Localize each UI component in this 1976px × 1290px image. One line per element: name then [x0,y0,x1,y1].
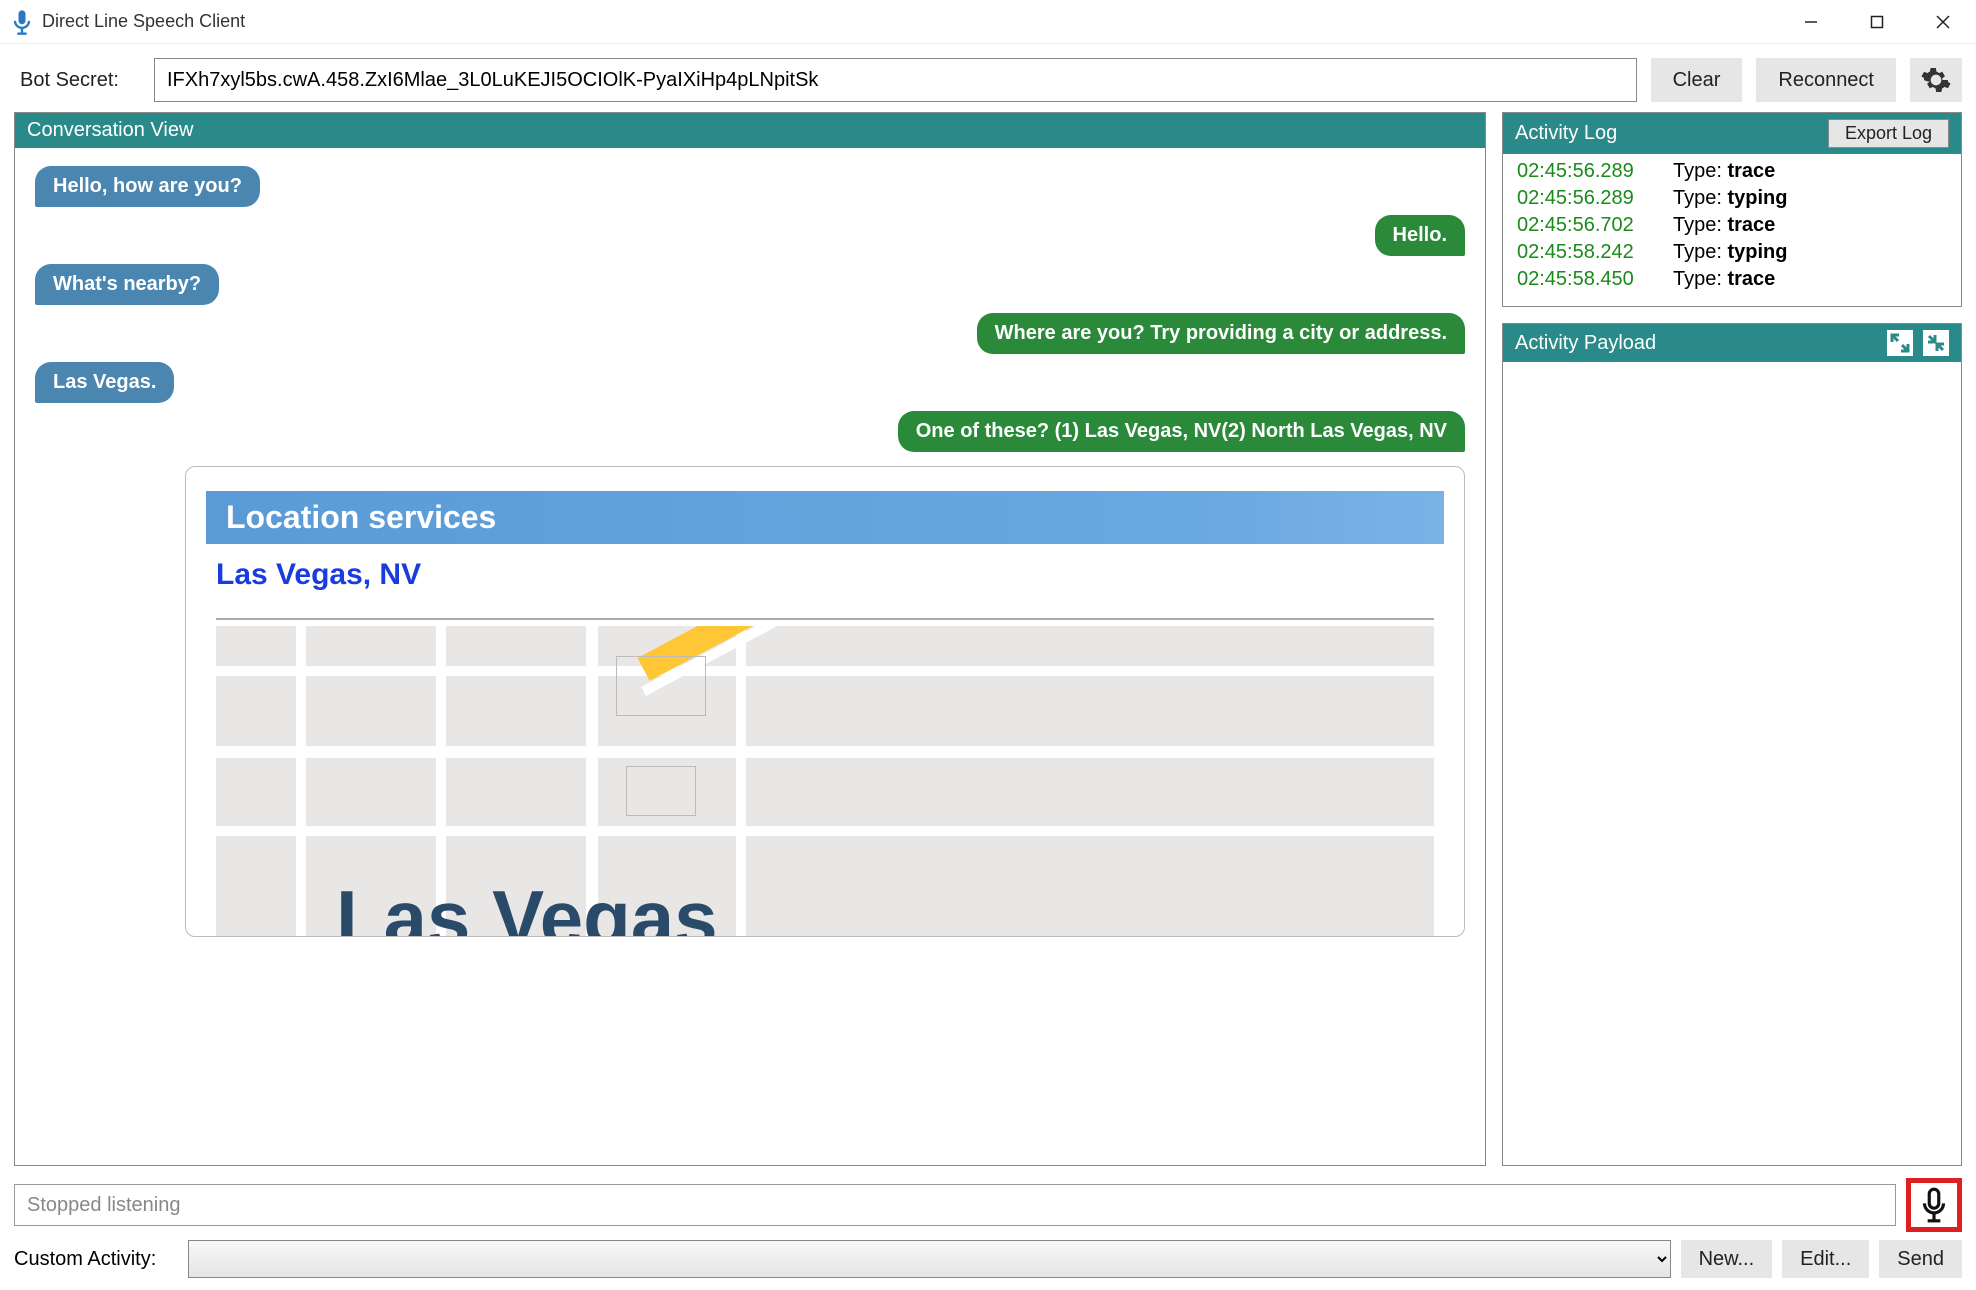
gear-icon [1920,64,1952,96]
message-bubble[interactable]: What's nearby? [35,264,219,305]
card-location: Las Vegas, NV [186,558,1464,618]
message-user: What's nearby? [35,264,1465,305]
maximize-button[interactable] [1844,0,1910,43]
location-card[interactable]: Location services Las Vegas, NV Las Vegas [185,466,1465,937]
log-type: Type: trace [1673,268,1775,291]
message-user: Las Vegas. [35,362,1465,403]
log-timestamp: 02:45:56.289 [1517,160,1657,183]
activity-log-header: Activity Log Export Log [1503,113,1961,154]
log-type: Type: typing [1673,241,1787,264]
message-bot: Where are you? Try providing a city or a… [35,313,1465,354]
activity-payload-header: Activity Payload [1503,324,1961,362]
conversation-body[interactable]: Hello, how are you? Hello. What's nearby? W… [15,148,1485,1165]
map-city-label: Las Vegas [336,873,718,936]
activity-payload-title: Activity Payload [1515,332,1656,355]
message-bubble[interactable]: Hello, how are you? [35,166,260,207]
microphone-icon [1915,1186,1953,1224]
map-image[interactable]: Las Vegas [216,626,1434,936]
message-bot: Hello. [35,215,1465,256]
activity-payload-body[interactable] [1503,362,1961,1165]
settings-button[interactable] [1910,58,1962,102]
activity-log-panel: Activity Log Export Log 02:45:56.289 Type… [1502,112,1962,307]
window-controls [1778,0,1976,43]
app-microphone-icon [8,8,36,36]
bot-secret-input[interactable] [154,58,1637,102]
new-button[interactable]: New... [1681,1240,1773,1278]
log-row[interactable]: 02:45:56.702 Type: trace [1503,212,1961,239]
custom-activity-combo[interactable] [188,1240,1671,1278]
bot-secret-label: Bot Secret: [20,69,140,92]
conversation-header: Conversation View [15,113,1485,148]
activity-log-title: Activity Log [1515,122,1617,145]
status-text: Stopped listening [14,1184,1896,1226]
export-log-button[interactable]: Export Log [1828,119,1949,148]
log-type: Type: typing [1673,187,1787,210]
window-title: Direct Line Speech Client [42,11,1778,32]
log-row[interactable]: 02:45:58.242 Type: typing [1503,239,1961,266]
message-bot: One of these? (1) Las Vegas, NV(2) North… [35,411,1465,452]
payload-header-icons [1887,330,1949,356]
card-divider [216,618,1434,620]
conversation-header-title: Conversation View [27,119,193,142]
titlebar: Direct Line Speech Client [0,0,1976,44]
expand-out-icon[interactable] [1887,330,1913,356]
message-bubble[interactable]: Hello. [1375,215,1465,256]
toolbar: Bot Secret: Clear Reconnect [0,44,1976,112]
minimize-button[interactable] [1778,0,1844,43]
log-row[interactable]: 02:45:56.289 Type: trace [1503,158,1961,185]
edit-button[interactable]: Edit... [1782,1240,1869,1278]
log-timestamp: 02:45:56.289 [1517,187,1657,210]
log-timestamp: 02:45:56.702 [1517,214,1657,237]
conversation-panel: Conversation View Hello, how are you?Hel… [14,112,1486,1166]
main-grid: Conversation View Hello, how are you?Hel… [0,112,1976,1166]
custom-activity-row: Custom Activity: New... Edit... Send [0,1240,1976,1290]
right-column: Activity Log Export Log 02:45:56.289 Type… [1502,112,1962,1166]
card-heading: Location services [206,491,1444,544]
custom-activity-label: Custom Activity: [14,1248,178,1271]
close-button[interactable] [1910,0,1976,43]
log-row[interactable]: 02:45:58.450 Type: trace [1503,266,1961,293]
status-row: Stopped listening [14,1178,1962,1232]
activity-payload-panel: Activity Payload [1502,323,1962,1166]
microphone-button[interactable] [1906,1178,1962,1232]
collapse-in-icon[interactable] [1923,330,1949,356]
log-type: Type: trace [1673,214,1775,237]
message-bubble[interactable]: Las Vegas. [35,362,174,403]
status-text-label: Stopped listening [27,1194,180,1217]
message-bubble[interactable]: Where are you? Try providing a city or a… [977,313,1465,354]
message-user: Hello, how are you? [35,166,1465,207]
log-timestamp: 02:45:58.450 [1517,268,1657,291]
clear-button[interactable]: Clear [1651,58,1743,102]
log-row[interactable]: 02:45:56.289 Type: typing [1503,185,1961,212]
send-button[interactable]: Send [1879,1240,1962,1278]
reconnect-button[interactable]: Reconnect [1756,58,1896,102]
log-timestamp: 02:45:58.242 [1517,241,1657,264]
log-type: Type: trace [1673,160,1775,183]
message-bubble[interactable]: One of these? (1) Las Vegas, NV(2) North… [898,411,1465,452]
activity-log-body[interactable]: 02:45:56.289 Type: trace 02:45:56.289 Type:… [1503,154,1961,306]
